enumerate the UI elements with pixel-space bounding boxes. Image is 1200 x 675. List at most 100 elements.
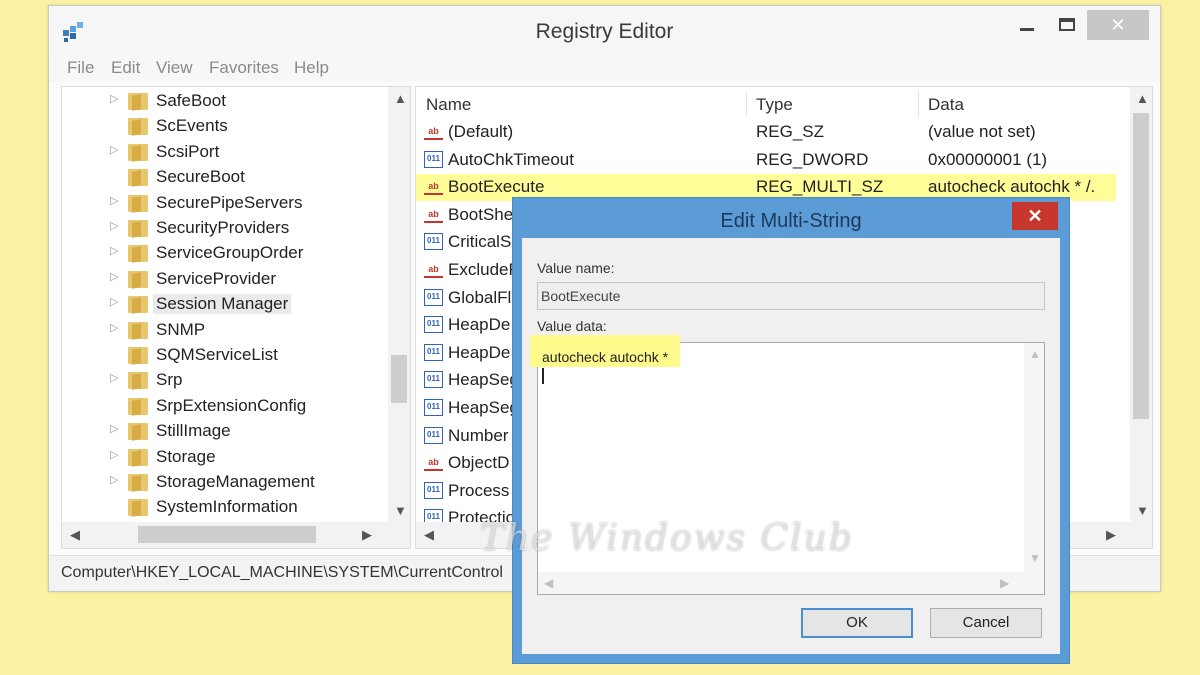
binary-value-icon: 011: [424, 316, 443, 334]
tree-item[interactable]: ▷ SNMP: [62, 318, 382, 343]
column-header-name[interactable]: Name: [426, 95, 471, 115]
folder-icon: [128, 194, 148, 213]
value-name: ExcludeF: [448, 260, 519, 279]
scroll-left-icon[interactable]: ◀: [424, 527, 434, 543]
tree-item[interactable]: ScEvents: [62, 114, 382, 139]
menu-file[interactable]: File: [67, 58, 94, 78]
folder-icon: [128, 296, 148, 314]
tree-item[interactable]: SrpExtensionConfig: [62, 394, 382, 419]
expand-arrow-icon[interactable]: ▷: [110, 143, 118, 156]
expand-arrow-icon[interactable]: ▷: [110, 244, 118, 257]
value-name: CriticalS: [448, 232, 512, 252]
tree-horizontal-scrollbar[interactable]: ◀ ▶: [62, 522, 410, 548]
scroll-right-icon[interactable]: ▶: [1106, 527, 1116, 543]
tree-scroll-thumb[interactable]: [391, 355, 407, 403]
folder-icon: [128, 169, 148, 187]
tree-item[interactable]: ▷ SecurityProviders: [62, 216, 382, 241]
tree-item-label: ScEvents: [156, 116, 228, 136]
folder-icon: [128, 143, 148, 162]
expand-arrow-icon[interactable]: ▷: [110, 422, 118, 435]
expand-arrow-icon[interactable]: ▷: [110, 321, 118, 334]
tree-item[interactable]: ▷ SafeBoot: [62, 89, 382, 114]
tree-item[interactable]: ▷ SecurePipeServers: [62, 191, 382, 216]
expand-arrow-icon[interactable]: ▷: [110, 194, 118, 207]
value-data-vertical-scrollbar[interactable]: ▲ ▼: [1024, 343, 1044, 573]
value-data-horizontal-scrollbar[interactable]: ◀ ▶: [538, 572, 1044, 594]
menu-favorites[interactable]: Favorites: [209, 58, 279, 78]
expand-arrow-icon[interactable]: ▷: [110, 448, 118, 461]
tree-item[interactable]: SecureBoot: [62, 165, 382, 190]
scroll-right-icon[interactable]: ▶: [362, 527, 372, 543]
scroll-up-icon[interactable]: ▲: [394, 91, 407, 106]
scroll-up-icon[interactable]: ▲: [1029, 347, 1041, 361]
value-name: (Default): [448, 122, 514, 141]
tree-item[interactable]: ▷ ServiceProvider: [62, 267, 382, 292]
value-name-label: Value name:: [537, 260, 615, 276]
minimize-button[interactable]: [1009, 10, 1045, 40]
value-data-text[interactable]: autocheck autochk *: [542, 349, 668, 365]
key-tree-pane[interactable]: ▷ SafeBoot ScEvents ▷ ScsiPort SecureBoot ▷ Sec…: [61, 86, 411, 549]
tree-item-label: ServiceGroupOrder: [156, 243, 304, 263]
folder-icon: [128, 423, 148, 441]
string-value-icon: ab: [424, 123, 443, 140]
value-data: (value not set): [928, 122, 1036, 141]
tree-item[interactable]: ▷ Storage: [62, 445, 382, 470]
cancel-button[interactable]: Cancel: [930, 608, 1042, 638]
menu-view[interactable]: View: [156, 58, 193, 78]
scroll-down-icon[interactable]: ▼: [1136, 503, 1149, 518]
list-scroll-thumb[interactable]: [1133, 113, 1149, 419]
column-divider[interactable]: [746, 91, 747, 117]
folder-icon: [128, 448, 148, 467]
value-row[interactable]: 011 AutoChkTimeout REG_DWORD 0x00000001 (1): [416, 147, 1116, 174]
tree-item-label: Session Manager: [153, 294, 292, 315]
title-bar[interactable]: Registry Editor ✕: [49, 6, 1160, 54]
tree-item[interactable]: ▷ Session Manager: [62, 292, 382, 317]
tree-item-label: Srp: [156, 370, 183, 390]
dialog-close-button[interactable]: ✕: [1012, 202, 1058, 230]
dialog-title: Edit Multi-String: [720, 210, 862, 232]
expand-arrow-icon[interactable]: ▷: [110, 219, 118, 232]
menu-edit[interactable]: Edit: [111, 58, 140, 78]
tree-item[interactable]: ▷ ScsiPort: [62, 140, 382, 165]
folder-icon: [128, 372, 148, 391]
tree-hscroll-thumb[interactable]: [138, 526, 316, 543]
string-value-icon: ab: [424, 454, 443, 472]
list-vertical-scrollbar[interactable]: ▲ ▼: [1130, 87, 1152, 522]
menu-bar: File Edit View Favorites Help: [49, 54, 1160, 82]
scroll-right-icon[interactable]: ▶: [1000, 576, 1009, 590]
column-divider[interactable]: [918, 91, 919, 117]
value-name: HeapSeg: [448, 398, 519, 417]
tree-vertical-scrollbar[interactable]: ▲ ▼: [388, 87, 410, 522]
close-button[interactable]: ✕: [1087, 10, 1149, 40]
value-name: GlobalFl: [448, 287, 512, 307]
maximize-button[interactable]: [1049, 10, 1085, 40]
tree-item[interactable]: SystemInformation: [62, 495, 382, 520]
value-type: REG_MULTI_SZ: [756, 177, 884, 197]
column-header-data[interactable]: Data: [928, 95, 964, 115]
tree-item[interactable]: ▷ ServiceGroupOrder: [62, 241, 382, 266]
tree-item[interactable]: ▷ StorageManagement: [62, 470, 382, 495]
folder-icon: [128, 499, 148, 518]
scroll-up-icon[interactable]: ▲: [1136, 91, 1149, 106]
tree-item[interactable]: SQMServiceList: [62, 343, 382, 368]
expand-arrow-icon[interactable]: ▷: [110, 270, 118, 283]
expand-arrow-icon[interactable]: ▷: [110, 92, 118, 105]
ok-button[interactable]: OK: [801, 608, 913, 638]
tree-item-label: SQMServiceList: [156, 345, 278, 364]
expand-arrow-icon[interactable]: ▷: [110, 473, 118, 486]
column-header-type[interactable]: Type: [756, 95, 793, 115]
folder-icon: [128, 270, 148, 289]
expand-arrow-icon[interactable]: ▷: [110, 371, 118, 384]
scroll-down-icon[interactable]: ▼: [1029, 551, 1041, 565]
tree-item[interactable]: ▷ StillImage: [62, 419, 382, 444]
value-type: REG_DWORD: [756, 149, 869, 169]
minimize-icon: [1020, 28, 1034, 31]
menu-help[interactable]: Help: [294, 58, 329, 78]
value-row[interactable]: ab (Default) REG_SZ (value not set): [416, 119, 1116, 146]
close-icon: ✕: [1027, 206, 1043, 226]
scroll-left-icon[interactable]: ◀: [544, 576, 553, 590]
scroll-down-icon[interactable]: ▼: [394, 503, 407, 518]
scroll-left-icon[interactable]: ◀: [70, 527, 80, 543]
tree-item[interactable]: ▷ Srp: [62, 368, 382, 393]
expand-arrow-icon[interactable]: ▷: [110, 295, 118, 308]
